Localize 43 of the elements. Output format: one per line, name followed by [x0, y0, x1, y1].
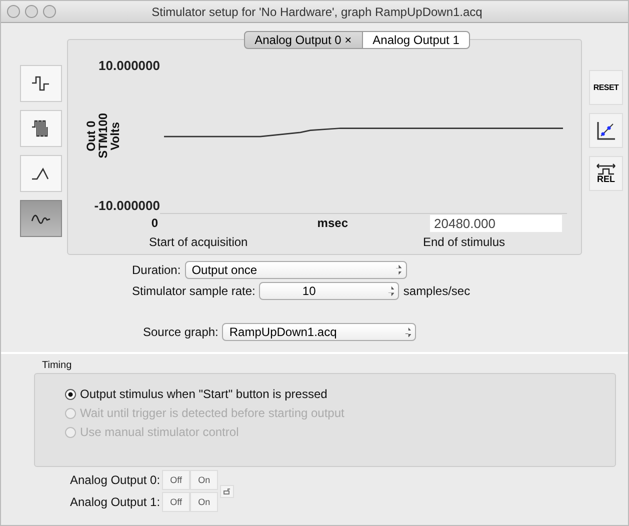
radio-option[interactable]: Output stimulus when "Start" button is pressed: [65, 387, 615, 401]
lock-icon: [223, 487, 232, 495]
toggle-button[interactable]: On: [190, 492, 218, 512]
reset-button[interactable]: RESET: [589, 70, 623, 105]
waveform-tool-button[interactable]: [20, 110, 62, 147]
window-control-icon[interactable]: [43, 5, 56, 18]
group-title: Timing: [42, 360, 73, 371]
axis-title: Out 0 STM100 Volts: [85, 112, 121, 158]
tab[interactable]: Analog Output 0 ×: [244, 31, 363, 49]
sample-rate-dropdown[interactable]: 10: [259, 282, 400, 300]
axis-tick-label: 0: [150, 216, 158, 230]
field-label: Duration:: [132, 262, 181, 277]
pulse-icon: [30, 74, 52, 94]
axis-title: msec: [316, 216, 348, 230]
rel-button[interactable]: REL: [589, 156, 623, 191]
axis-tick-label: 10.000000: [98, 58, 160, 73]
output-label: Analog Output 0:: [70, 473, 160, 487]
waveform-tool-button[interactable]: [20, 200, 62, 237]
toggle-button[interactable]: Off: [162, 492, 190, 512]
tab[interactable]: Analog Output 1: [362, 31, 470, 49]
field-label: Stimulator sample rate:: [132, 284, 256, 298]
toggle-button[interactable]: On: [190, 470, 218, 490]
autoscale-button[interactable]: [589, 113, 623, 148]
unit-label: samples/sec: [403, 284, 470, 298]
end-time-field[interactable]: 20480.000: [430, 214, 562, 232]
field-label: Source graph:: [143, 325, 218, 340]
output-label: Analog Output 1:: [70, 495, 160, 509]
link-button[interactable]: [220, 484, 234, 498]
stepper-icon: [388, 286, 394, 296]
source-graph-dropdown[interactable]: RampUpDown1.acq: [222, 323, 416, 342]
window-title: Stimulator setup for 'No Hardware', graph RampUpDown1.acq: [150, 4, 484, 18]
window-control-icon[interactable]: [7, 5, 20, 18]
axis-tick-label: -10.000000: [94, 198, 160, 213]
window-control-icon[interactable]: [25, 5, 38, 18]
waveform-tool-button[interactable]: [20, 65, 62, 102]
caption: Start of acquisition: [149, 235, 248, 249]
caption: End of stimulus: [422, 235, 505, 249]
stepper-icon: [396, 264, 402, 275]
pulse-arrows-icon: [596, 163, 616, 175]
toggle-button[interactable]: Off: [162, 470, 190, 490]
duration-dropdown[interactable]: Output once: [184, 260, 407, 279]
stepper-icon: [405, 327, 412, 338]
graph-icon: [595, 120, 617, 142]
